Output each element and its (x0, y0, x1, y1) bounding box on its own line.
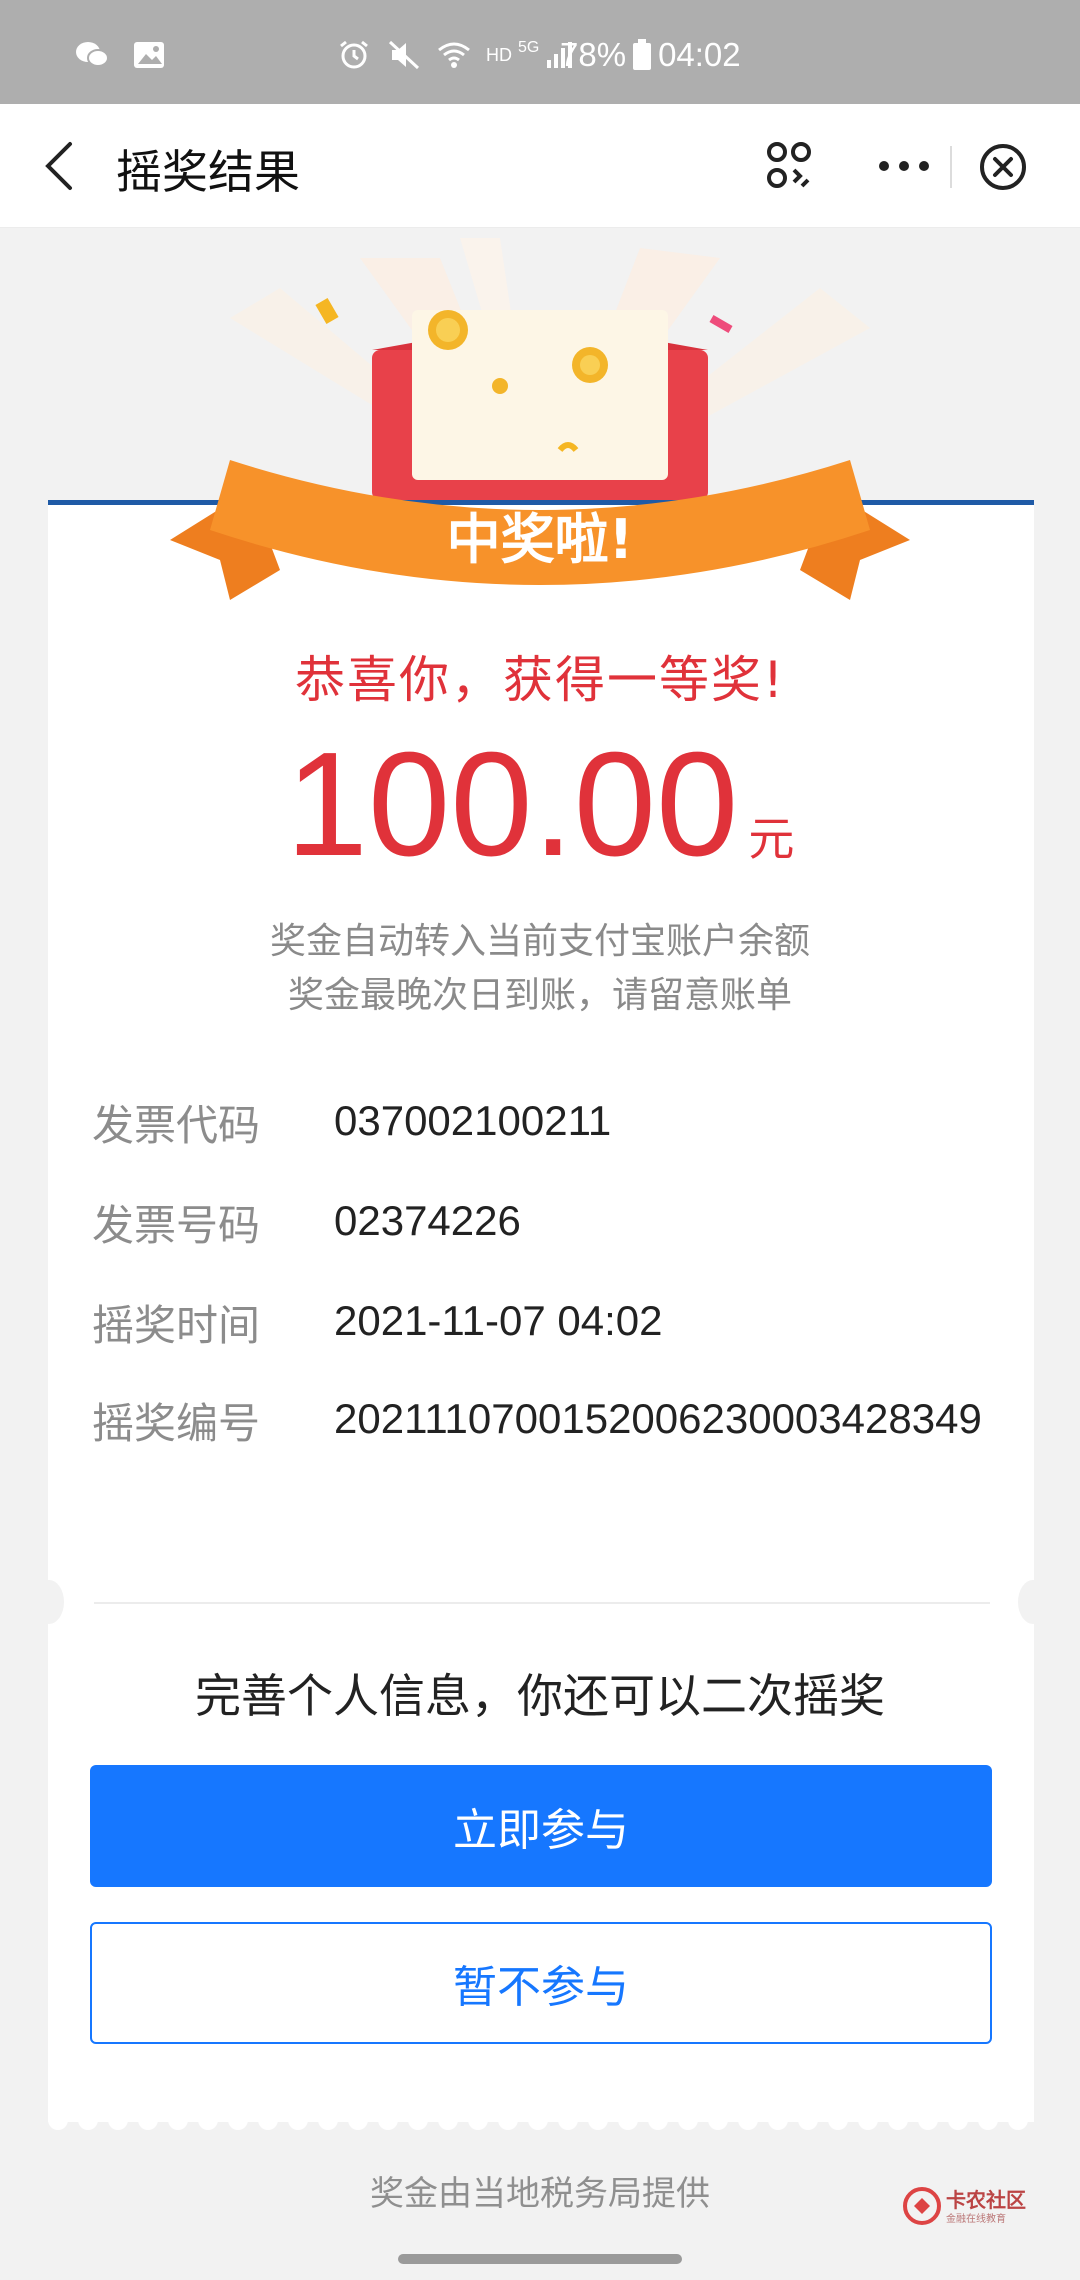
close-icon[interactable] (978, 142, 1028, 192)
page-title: 摇奖结果 (116, 145, 300, 199)
watermark-text: 卡农社区 (946, 2188, 1026, 2212)
mini-program-icon[interactable] (766, 140, 812, 190)
invoice-code-label: 发票代码 (92, 1101, 261, 1150)
invoice-code-value: 037002100211 (334, 1097, 612, 1144)
watermark-subtext: 金融在线教育 (946, 2214, 1006, 2225)
decline-button[interactable]: 暂不参与 (90, 1922, 992, 2044)
alarm-icon (340, 40, 368, 69)
banner-text: 中奖啦! (447, 508, 634, 571)
back-arrow-icon[interactable] (38, 138, 82, 194)
invoice-number-value: 02374226 (334, 1197, 521, 1244)
congrats-message: 恭喜你，获得一等奖! (294, 651, 786, 709)
nav-divider (950, 146, 952, 188)
card-notch-right (1018, 1580, 1048, 1624)
draw-number-value: 2021110700152006230003428349 (334, 1395, 982, 1442)
second-chance-text: 完善个人信息，你还可以二次摇奖 (195, 1669, 885, 1723)
status-bar: HD 5G 78% 04:02 (0, 0, 1080, 104)
card-divider (94, 1602, 990, 1604)
wechat-icon (76, 42, 109, 67)
gallery-icon (134, 42, 164, 68)
home-indicator[interactable] (398, 2254, 682, 2264)
prize-amount: 100.00 (285, 722, 739, 887)
wifi-icon (438, 42, 470, 68)
battery-percent: 78% (560, 36, 627, 73)
more-options-icon[interactable] (876, 140, 932, 192)
prize-amount-row: 100.00 元 (0, 720, 1080, 890)
prize-description-line1: 奖金自动转入当前支付宝账户余额 (269, 921, 810, 962)
prize-banner-illustration: 中奖啦! (170, 297, 910, 600)
card-scalloped-edge (48, 2110, 1034, 2130)
mute-icon (388, 40, 420, 70)
watermark-logo-icon (903, 2187, 941, 2225)
battery-icon (633, 39, 652, 70)
clock: 04:02 (658, 36, 741, 73)
network-type-label: HD (486, 44, 512, 65)
watermark: 卡农社区 金融在线教育 (898, 2182, 1068, 2232)
draw-number-label: 摇奖编号 (92, 1399, 261, 1448)
draw-time-label: 摇奖时间 (92, 1301, 261, 1350)
join-now-button[interactable]: 立即参与 (90, 1765, 992, 1887)
prize-amount-unit: 元 (748, 812, 795, 866)
signal-type-label: 5G (518, 39, 540, 56)
prize-description-line2: 奖金最晚次日到账，请留意账单 (287, 975, 792, 1016)
nav-bar: 摇奖结果 (0, 104, 1080, 228)
invoice-number-label: 发票号码 (92, 1201, 261, 1250)
card-notch-left (34, 1580, 64, 1624)
draw-time-value: 2021-11-07 04:02 (334, 1297, 663, 1344)
